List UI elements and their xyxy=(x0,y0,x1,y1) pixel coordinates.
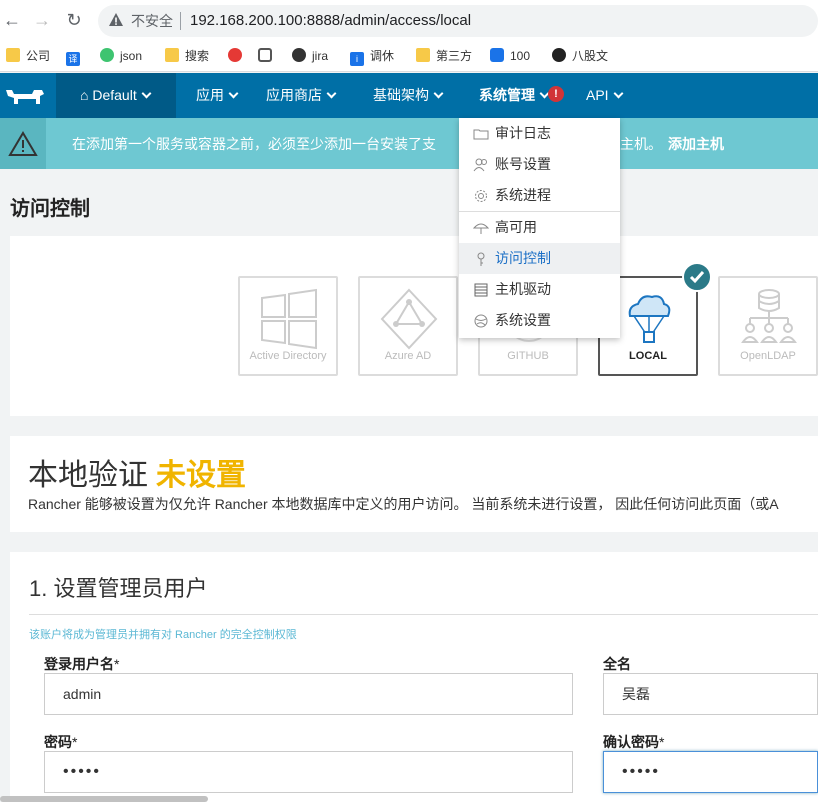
warning-icon xyxy=(8,131,38,156)
json-icon xyxy=(100,48,114,62)
local-auth-description: Rancher 能够被设置为仅允许 Rancher 本地数据库中定义的用户访问。… xyxy=(28,496,779,512)
folder-icon xyxy=(473,129,489,140)
page: ← → ↻ 不安全 192.168.200.100:8888/admin/acc… xyxy=(0,0,818,802)
folder-icon xyxy=(165,48,179,62)
browser-toolbar: ← → ↻ 不安全 192.168.200.100:8888/admin/acc… xyxy=(0,0,818,40)
local-auth-title: 本地验证 未设置 xyxy=(28,459,246,492)
checkmark-icon xyxy=(689,271,705,284)
nav-admin[interactable]: 系统管理 xyxy=(479,73,550,118)
provider-label: Active Directory xyxy=(249,350,327,362)
fullname-label: 全名 xyxy=(603,656,631,672)
azure-icon xyxy=(380,288,438,350)
status-badge: 未设置 xyxy=(156,459,246,492)
users-icon xyxy=(473,158,487,172)
bookmark-jira[interactable]: jira xyxy=(292,47,328,65)
menu-item-machine-drivers[interactable]: 主机驱动 xyxy=(459,274,620,305)
bookmark-search[interactable]: 搜索 xyxy=(165,47,209,65)
folder-icon xyxy=(416,48,430,62)
username-label: 登录用户名* xyxy=(44,656,120,672)
home-icon: ⌂ xyxy=(80,87,89,103)
cloud-parachute-icon xyxy=(628,295,671,343)
nav-api[interactable]: API xyxy=(586,73,624,118)
divider xyxy=(180,12,181,30)
chevron-down-icon xyxy=(326,88,337,99)
bookmark-fork[interactable] xyxy=(258,47,278,65)
menu-item-processes[interactable]: 系统进程 xyxy=(459,180,620,211)
horizontal-scrollbar[interactable] xyxy=(0,796,208,802)
menu-item-ha[interactable]: 高可用 xyxy=(459,212,620,243)
globe-icon xyxy=(474,314,488,328)
fork-icon xyxy=(258,48,272,62)
provider-label: GITHUB xyxy=(507,350,549,362)
admin-dropdown-menu: 审计日志 账号设置 系统进程 高可用 访问控制 主机驱动 系统设置 xyxy=(459,118,620,338)
confirm-password-input[interactable]: ••••• xyxy=(603,751,818,793)
alert-badge[interactable]: ! xyxy=(548,86,564,102)
bookmark-thirdparty[interactable]: 第三方 xyxy=(416,47,472,65)
section-help: 该账户将成为管理员并拥有对 Rancher 的完全控制权限 xyxy=(29,629,297,641)
add-host-link[interactable]: 添加主机 xyxy=(668,134,724,154)
security-label[interactable]: 不安全 xyxy=(131,12,173,30)
warning-icon xyxy=(109,13,123,26)
menu-item-accounts[interactable]: 账号设置 xyxy=(459,149,620,180)
bookmark-json[interactable]: json xyxy=(100,47,142,65)
bookmark-100[interactable]: 100 xyxy=(490,47,530,65)
banner-message: 在添加第一个服务或容器之前，必须至少添加一台安装了支 xyxy=(72,136,436,152)
bookmarks-bar: 公司 译 json 搜索 jira i 调休 第三方 100 八股文 xyxy=(0,40,818,72)
nav-apps[interactable]: 应用 xyxy=(196,73,239,118)
provider-label: Azure AD xyxy=(384,350,432,362)
provider-azure-ad[interactable]: Azure AD xyxy=(358,276,458,376)
key-icon xyxy=(477,252,485,266)
gear-icon xyxy=(475,190,487,202)
folder-icon xyxy=(6,48,20,62)
divider xyxy=(29,614,818,615)
provider-active-directory[interactable]: Active Directory xyxy=(238,276,338,376)
username-input[interactable]: admin xyxy=(44,673,573,715)
app-header: ⌂ Default 应用 应用商店 基础架构 系统管理 API xyxy=(0,73,818,118)
chevron-down-icon xyxy=(433,88,444,99)
github-icon xyxy=(552,48,566,62)
tv-icon xyxy=(490,48,504,62)
bookmark-company[interactable]: 公司 xyxy=(6,47,50,65)
bookmark-baguwen[interactable]: 八股文 xyxy=(552,47,608,65)
bookmark-translate[interactable]: 译 xyxy=(66,47,86,66)
menu-item-access-control[interactable]: 访问控制 xyxy=(459,243,620,274)
chevron-down-icon xyxy=(228,88,239,99)
banner-message-tail: 主机。 xyxy=(620,136,662,152)
url-text[interactable]: 192.168.200.100:8888/admin/access/local xyxy=(190,11,471,31)
umbrella-icon xyxy=(473,223,489,234)
menu-item-audit-log[interactable]: 审计日志 xyxy=(459,118,620,149)
jira-icon xyxy=(292,48,306,62)
windows-icon xyxy=(261,288,317,350)
section-title: 1. 设置管理员用户 xyxy=(29,576,208,601)
chevron-down-icon xyxy=(613,88,624,99)
nav-infrastructure[interactable]: 基础架构 xyxy=(373,73,444,118)
info-icon: i xyxy=(350,52,364,66)
g-icon xyxy=(228,48,242,62)
rancher-logo[interactable] xyxy=(0,73,56,118)
chevron-down-icon xyxy=(141,88,152,99)
reload-icon[interactable]: ↻ xyxy=(64,10,84,30)
password-label: 密码* xyxy=(44,734,78,750)
selected-check-icon xyxy=(682,262,712,292)
fullname-input[interactable]: 吴磊 xyxy=(603,673,818,715)
confirm-password-label: 确认密码* xyxy=(603,734,665,750)
page-title: 访问控制 xyxy=(10,198,90,220)
cow-logo-icon xyxy=(6,90,44,104)
bookmark-rest[interactable]: i 调休 xyxy=(350,47,394,66)
server-icon xyxy=(474,283,488,297)
bookmark-g[interactable] xyxy=(228,47,248,65)
environment-switcher[interactable]: ⌂ Default xyxy=(56,73,176,118)
warning-banner-icon-box xyxy=(0,118,46,169)
back-icon[interactable]: ← xyxy=(2,10,22,30)
forward-icon[interactable]: → xyxy=(32,10,52,30)
provider-label: LOCAL xyxy=(629,350,667,362)
menu-item-settings[interactable]: 系统设置 xyxy=(459,305,620,336)
nav-catalog[interactable]: 应用商店 xyxy=(266,73,337,118)
provider-openldap[interactable]: OpenLDAP xyxy=(718,276,818,376)
provider-label: OpenLDAP xyxy=(740,350,796,362)
password-input[interactable]: ••••• xyxy=(44,751,573,793)
translate-icon: 译 xyxy=(66,52,80,66)
ldap-icon xyxy=(741,289,797,343)
